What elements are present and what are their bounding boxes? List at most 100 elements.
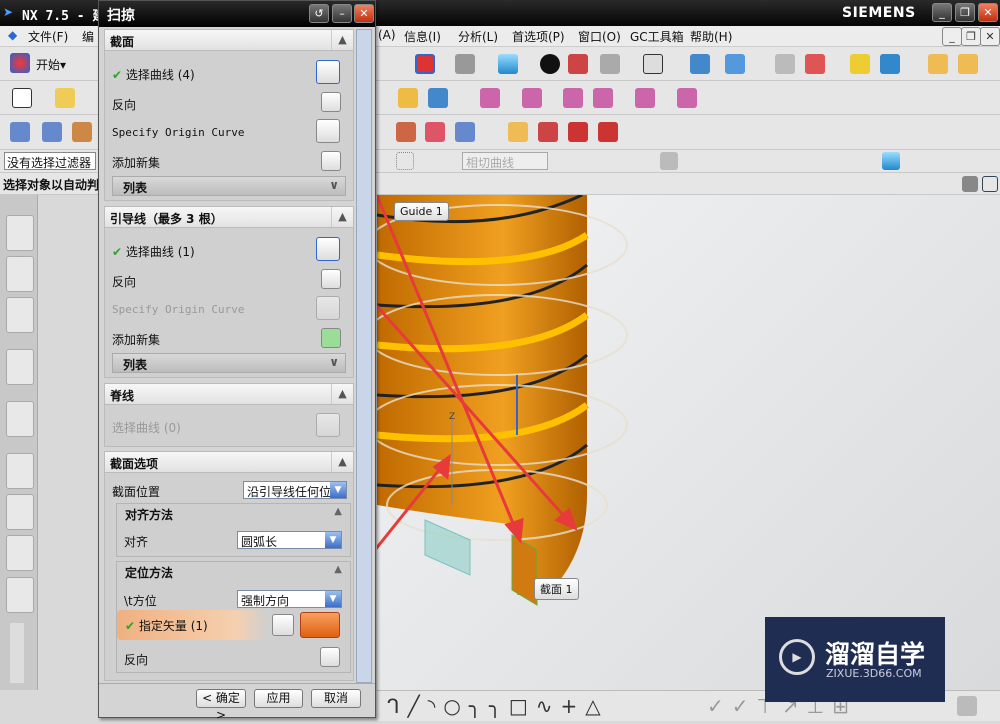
sketch-icon[interactable]: [12, 88, 32, 108]
curve-select-icon[interactable]: [316, 60, 340, 84]
cut-view-icon[interactable]: [568, 54, 588, 74]
maximize-view-icon[interactable]: [982, 176, 998, 192]
offset-face-icon[interactable]: [428, 88, 448, 108]
menu-analyze[interactable]: 分析(L): [458, 28, 498, 45]
n-sided-icon[interactable]: [455, 122, 475, 142]
replace-face-icon[interactable]: [635, 88, 655, 108]
visualization-icon[interactable]: [6, 535, 34, 571]
measure-angle-icon[interactable]: [958, 54, 978, 74]
section-position-select[interactable]: 沿引导线任何位 ▼: [243, 481, 347, 499]
ruled-surface-icon[interactable]: [10, 122, 30, 142]
orientation-select[interactable]: 强制方向 ▼: [237, 590, 342, 608]
chevron-up-icon[interactable]: ▲: [331, 30, 353, 50]
alignment-header[interactable]: 对齐方法 ▲: [117, 504, 350, 524]
menu-edit[interactable]: 编: [82, 28, 94, 45]
history-icon[interactable]: [6, 453, 34, 489]
menu-help[interactable]: 帮助(H): [690, 28, 732, 45]
background-icon[interactable]: [643, 54, 663, 74]
constraint-navigator-icon[interactable]: [6, 256, 34, 292]
render-style-icon[interactable]: [540, 54, 560, 74]
menu-info[interactable]: 信息(I): [404, 28, 441, 45]
hide-icon[interactable]: [725, 54, 745, 74]
wcs-icon[interactable]: [805, 54, 825, 74]
guides-select-curve[interactable]: ✔ 选择曲线 (1): [112, 243, 195, 260]
shaded-view-icon[interactable]: [498, 54, 518, 74]
close-button[interactable]: ✕: [978, 3, 998, 22]
bridge-icon[interactable]: [396, 122, 416, 142]
curve-length-icon[interactable]: [598, 122, 618, 142]
chevron-up-icon[interactable]: ▲: [331, 452, 353, 472]
add-new-set-icon[interactable]: [321, 328, 341, 348]
menu-analysis-a[interactable]: (A): [378, 28, 396, 42]
doc-restore-button[interactable]: ❐: [961, 27, 981, 46]
cancel-button[interactable]: 取消: [311, 689, 361, 708]
snap-point-icons[interactable]: [660, 152, 678, 170]
origin-curve-icon[interactable]: [316, 119, 340, 143]
rectangle-select-icon[interactable]: [396, 152, 414, 170]
system-materials-icon[interactable]: [6, 494, 34, 530]
zoom-icon[interactable]: [455, 54, 475, 74]
chevron-up-icon[interactable]: ▲: [331, 384, 353, 404]
hidden-edges-icon[interactable]: [600, 54, 620, 74]
curve-select-icon[interactable]: [316, 237, 340, 261]
ok-button[interactable]: < 确定 >: [196, 689, 246, 722]
reverse-direction-icon[interactable]: [320, 647, 340, 667]
section-surface-icon[interactable]: [425, 122, 445, 142]
graphics-viewport[interactable]: Z Guide 1 截面 1: [325, 74, 1000, 690]
apply-button[interactable]: 应用: [254, 689, 303, 708]
doc-minimize-button[interactable]: _: [942, 27, 962, 46]
menu-preferences[interactable]: 首选项(P): [512, 28, 565, 45]
pull-face-icon[interactable]: [522, 88, 542, 108]
alignment-select[interactable]: 圆弧长 ▼: [237, 531, 342, 549]
section-list-toggle[interactable]: 列表 ∨: [112, 176, 346, 196]
measure-distance-icon[interactable]: [928, 54, 948, 74]
dialog-scrollbar[interactable]: [356, 29, 372, 683]
reverse-direction-icon[interactable]: [321, 92, 341, 112]
spine-select-curve[interactable]: 选择曲线 (0): [112, 419, 181, 436]
fit-view-icon[interactable]: [415, 54, 435, 74]
restore-button[interactable]: ❐: [955, 3, 975, 22]
menu-file[interactable]: 文件(F): [28, 28, 68, 45]
section-select-curve[interactable]: ✔ 选择曲线 (4): [112, 66, 195, 83]
spine-header[interactable]: 脊线 ▲: [104, 383, 354, 405]
roles-icon[interactable]: [6, 577, 34, 613]
section-header[interactable]: 截面 ▲: [104, 29, 354, 51]
delete-face-icon[interactable]: [563, 88, 583, 108]
minimize-button[interactable]: _: [932, 3, 952, 22]
start-button[interactable]: 开始▾: [36, 56, 66, 73]
reuse-library-icon[interactable]: [6, 349, 34, 385]
add-new-set-icon[interactable]: [321, 151, 341, 171]
reset-button[interactable]: ↺: [309, 4, 329, 23]
resize-face-icon[interactable]: [677, 88, 697, 108]
show-icon[interactable]: [690, 54, 710, 74]
menu-window[interactable]: 窗口(O): [578, 28, 621, 45]
trim-curve-icon[interactable]: [538, 122, 558, 142]
menu-gc-toolbox[interactable]: GC工具箱: [630, 28, 684, 45]
dialog-close-button[interactable]: ✕: [354, 4, 374, 23]
edit-curve-icon[interactable]: [508, 122, 528, 142]
chevron-up-icon[interactable]: ▲: [331, 207, 353, 227]
full-screen-icon[interactable]: [962, 176, 978, 192]
web-browser-icon[interactable]: [6, 401, 34, 437]
dialog-collapse-button[interactable]: –: [332, 4, 352, 23]
curve-rule-select[interactable]: 相切曲线: [462, 152, 548, 170]
part-navigator-icon[interactable]: [6, 297, 34, 333]
flange-icon[interactable]: [398, 88, 418, 108]
resource-scroll-buttons[interactable]: [10, 623, 24, 683]
layout-icon[interactable]: [957, 696, 977, 716]
through-curves-icon[interactable]: [42, 122, 62, 142]
doc-close-button[interactable]: ✕: [980, 27, 1000, 46]
reverse-direction-icon[interactable]: [321, 269, 341, 289]
swept-icon[interactable]: [72, 122, 92, 142]
type-filter-select[interactable]: 没有选择过滤器: [4, 152, 96, 170]
vector-dialog-icon[interactable]: [272, 614, 294, 636]
copy-face-icon[interactable]: [593, 88, 613, 108]
view-cube-icon[interactable]: [882, 152, 900, 170]
edit-object-icon[interactable]: [880, 54, 900, 74]
move-face-icon[interactable]: [480, 88, 500, 108]
guides-header[interactable]: 引导线（最多 3 根） ▲: [104, 206, 354, 228]
inferred-vector-icon[interactable]: [300, 612, 340, 638]
extrude-icon[interactable]: [55, 88, 75, 108]
orientation-header[interactable]: 定位方法 ▲: [117, 562, 350, 582]
specify-vector-row[interactable]: ✔ 指定矢量 (1): [117, 610, 267, 640]
